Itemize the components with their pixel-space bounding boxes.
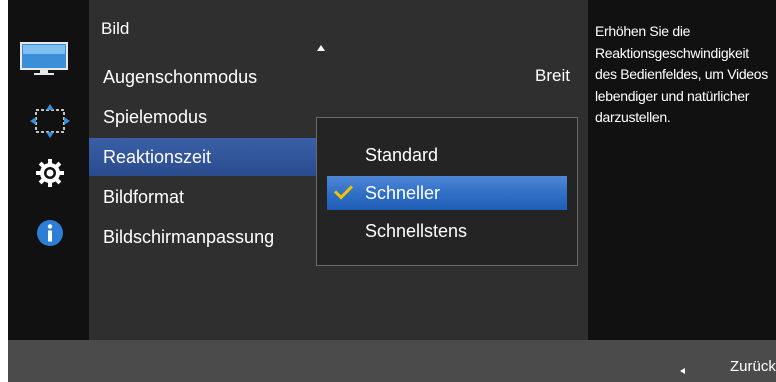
picture-icon[interactable]	[20, 42, 70, 76]
option-label: Schnellstens	[365, 221, 468, 241]
menu-item-value: Breit	[535, 66, 570, 85]
info-icon[interactable]	[35, 218, 65, 248]
menu-item-bildformat[interactable]: Bildformat	[103, 178, 184, 216]
option-standard[interactable]: Standard	[327, 138, 567, 172]
reaktionszeit-options-popup: Standard Schneller Schnellstens	[316, 117, 578, 266]
back-arrow-icon	[680, 368, 685, 374]
menu-title: Bild	[101, 19, 130, 38]
scroll-up-arrow-icon[interactable]	[317, 45, 325, 51]
help-description: Erhöhen Sie die Reaktionsgeschwindigkeit…	[595, 23, 768, 125]
gear-icon[interactable]	[35, 158, 65, 188]
checkmark-icon	[333, 180, 354, 200]
option-label: Standard	[365, 145, 439, 165]
footer-bar	[8, 340, 776, 382]
menu-item-bildschirmanpassung[interactable]: Bildschirmanpassung	[103, 218, 274, 256]
menu-item-augenschonmodus[interactable]: Augenschonmodus	[103, 58, 257, 96]
back-button[interactable]: Zurück	[730, 358, 776, 375]
option-label: Schneller	[365, 183, 441, 203]
menu-item-reaktionszeit[interactable]: Reaktionszeit	[89, 138, 316, 176]
option-schnellstens[interactable]: Schnellstens	[327, 214, 567, 248]
menu-item-spielemodus[interactable]: Spielemodus	[103, 98, 207, 136]
option-schneller[interactable]: Schneller	[327, 176, 567, 210]
screen-size-icon[interactable]	[30, 104, 70, 138]
